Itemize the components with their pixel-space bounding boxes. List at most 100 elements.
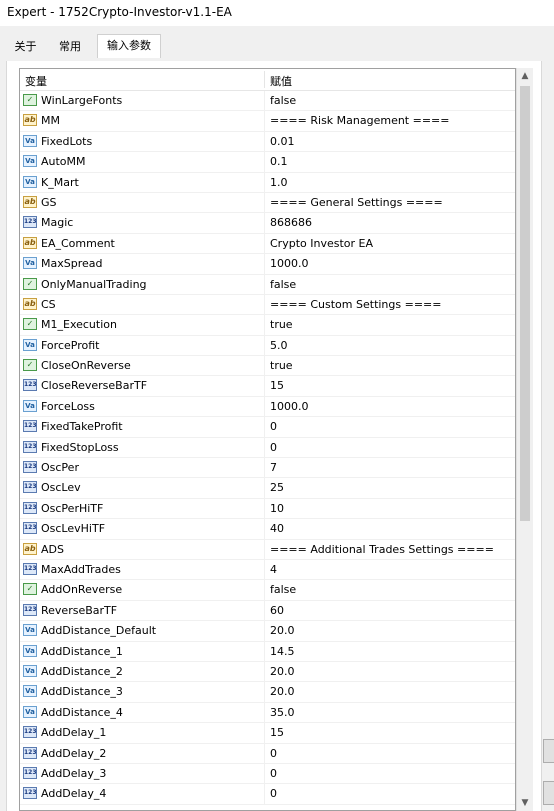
parameter-value[interactable]: 60 [270, 604, 284, 617]
table-row[interactable]: 123 FixedTakeProfit 0 [20, 417, 515, 438]
parameter-value[interactable]: 7 [270, 461, 277, 474]
table-row[interactable]: ab ADS ==== Additional Trades Settings ===… [20, 539, 515, 560]
integer-icon: 123 [23, 440, 37, 453]
parameter-value[interactable]: 20.0 [270, 624, 295, 637]
parameter-value[interactable]: 868686 [270, 216, 312, 229]
parameter-value[interactable]: 0 [270, 441, 277, 454]
column-divider[interactable] [264, 71, 265, 88]
table-row[interactable]: ✓ WinLargeFonts false [20, 91, 515, 112]
table-row[interactable]: Va AddDistance_2 20.0 [20, 661, 515, 683]
parameter-value[interactable]: 5.0 [270, 339, 288, 352]
table-row[interactable]: 123 FixedStopLoss 0 [20, 437, 515, 459]
parameter-value[interactable]: 0 [270, 747, 277, 760]
integer-icon: 123 [23, 461, 37, 474]
table-row[interactable]: Va AutoMM 0.1 [20, 152, 515, 173]
double-icon: Va [23, 664, 37, 677]
parameter-name: K_Mart [41, 175, 79, 189]
parameter-value[interactable]: 1000.0 [270, 257, 309, 270]
parameter-name: WinLargeFonts [41, 94, 123, 107]
side-button-upper[interactable] [543, 739, 554, 763]
table-row[interactable]: 123 OscPer 7 [20, 458, 515, 479]
side-button-lower[interactable] [543, 781, 554, 805]
parameter-value[interactable]: 25 [270, 481, 284, 494]
scroll-thumb[interactable] [520, 86, 530, 521]
table-row[interactable]: 123 ReverseBarTF 60 [20, 600, 515, 622]
table-row[interactable]: ab EA_Comment Crypto Investor EA [20, 233, 515, 255]
table-row[interactable]: 123 AddDelay_4 0 [20, 784, 515, 805]
tab-input-parameters[interactable]: 输入参数 [97, 34, 161, 58]
parameter-value[interactable]: ==== General Settings ==== [270, 196, 443, 209]
parameter-value[interactable]: 4 [270, 563, 277, 576]
table-row[interactable]: Va AddDistance_1 14.5 [20, 641, 515, 662]
parameter-value[interactable]: ==== Risk Management ==== [270, 114, 450, 127]
parameter-value[interactable]: 0 [270, 787, 277, 800]
table-row[interactable]: Va K_Mart 1.0 [20, 172, 515, 193]
table-row[interactable]: Va MaxSpread 1000.0 [20, 254, 515, 275]
integer-icon: 123 [23, 787, 37, 800]
parameter-value[interactable]: Crypto Investor EA [270, 237, 373, 250]
table-row[interactable]: 123 AddDelay_1 15 [20, 723, 515, 744]
column-separator [264, 152, 265, 172]
parameter-value[interactable]: 20.0 [270, 665, 295, 678]
table-row[interactable]: 123 OscLev 25 [20, 478, 515, 499]
tab-about[interactable]: 关于 [8, 37, 43, 57]
parameter-value[interactable]: 1000.0 [270, 400, 309, 413]
table-row[interactable]: 123 OscPerHiTF 10 [20, 498, 515, 520]
table-row[interactable]: ✓ CloseOnReverse true [20, 356, 515, 377]
parameter-value[interactable]: 14.5 [270, 645, 295, 658]
table-row[interactable]: Va ForceLoss 1000.0 [20, 396, 515, 418]
parameter-name: CS [41, 297, 56, 311]
table-row[interactable]: Va AddDistance_4 35.0 [20, 702, 515, 724]
table-row[interactable]: ✓ OnlyManualTrading false [20, 274, 515, 295]
parameter-value[interactable]: 10 [270, 502, 284, 515]
parameter-name: CloseReverseBarTF [41, 379, 148, 393]
parameter-value[interactable]: 35.0 [270, 706, 295, 719]
parameter-name: ForceProfit [41, 338, 100, 352]
parameter-value[interactable]: ==== Additional Trades Settings ==== [270, 543, 494, 556]
parameter-value[interactable]: false [270, 94, 296, 107]
parameter-value[interactable]: 0 [270, 767, 277, 780]
parameter-name: AddDelay_2 [41, 746, 107, 760]
parameter-value[interactable]: 15 [270, 379, 284, 392]
parameter-value[interactable]: true [270, 318, 293, 331]
double-icon: Va [23, 155, 37, 168]
scroll-up-arrow-icon[interactable]: ▲ [517, 68, 533, 84]
column-separator [264, 661, 265, 682]
parameter-name: AddDistance_Default [41, 624, 157, 638]
table-row[interactable]: Va FixedLots 0.01 [20, 131, 515, 153]
table-row[interactable]: 123 AddDelay_2 0 [20, 743, 515, 764]
table-row[interactable]: Va ForceProfit 5.0 [20, 335, 515, 357]
table-row[interactable]: ab GS ==== General Settings ==== [20, 192, 515, 214]
table-row[interactable]: 123 OscLevHiTF 40 [20, 519, 515, 540]
parameter-value[interactable]: 20.0 [270, 685, 295, 698]
column-separator [264, 315, 265, 335]
table-row[interactable]: Va AddDistance_3 20.0 [20, 682, 515, 703]
parameter-value[interactable]: 1.0 [270, 176, 288, 189]
table-row[interactable]: Va AddDistance_Default 20.0 [20, 621, 515, 642]
vertical-scrollbar[interactable]: ▲ ▼ [516, 68, 533, 811]
parameter-value[interactable]: 15 [270, 726, 284, 739]
parameter-value[interactable]: 0.01 [270, 135, 295, 148]
tab-common[interactable]: 常用 [45, 37, 95, 57]
table-row[interactable]: ab MM ==== Risk Management ==== [20, 111, 515, 132]
table-row[interactable]: ab CS ==== Custom Settings ==== [20, 294, 515, 316]
parameter-value[interactable]: 0.1 [270, 155, 288, 168]
table-row[interactable]: 123 AddDelay_3 0 [20, 763, 515, 785]
table-row[interactable]: ✓ M1_Execution true [20, 315, 515, 336]
table-row[interactable]: 123 Magic 868686 [20, 213, 515, 234]
column-separator [264, 539, 265, 559]
parameter-value[interactable]: false [270, 583, 296, 596]
parameter-value[interactable]: 40 [270, 522, 284, 535]
table-row[interactable]: 123 CloseReverseBarTF 15 [20, 376, 515, 397]
column-header-variable[interactable]: 变量 [25, 73, 47, 89]
string-icon: ab [23, 297, 37, 310]
table-row[interactable]: ✓ AddOnReverse false [20, 580, 515, 601]
parameter-value[interactable]: 0 [270, 420, 277, 433]
parameter-value[interactable]: true [270, 359, 293, 372]
parameter-name: MaxSpread [41, 257, 103, 271]
parameter-value[interactable]: false [270, 278, 296, 291]
table-row[interactable]: 123 MaxAddTrades 4 [20, 559, 515, 581]
parameter-value[interactable]: ==== Custom Settings ==== [270, 298, 441, 311]
scroll-down-arrow-icon[interactable]: ▼ [517, 795, 533, 811]
column-header-value[interactable]: 赋值 [270, 73, 292, 89]
